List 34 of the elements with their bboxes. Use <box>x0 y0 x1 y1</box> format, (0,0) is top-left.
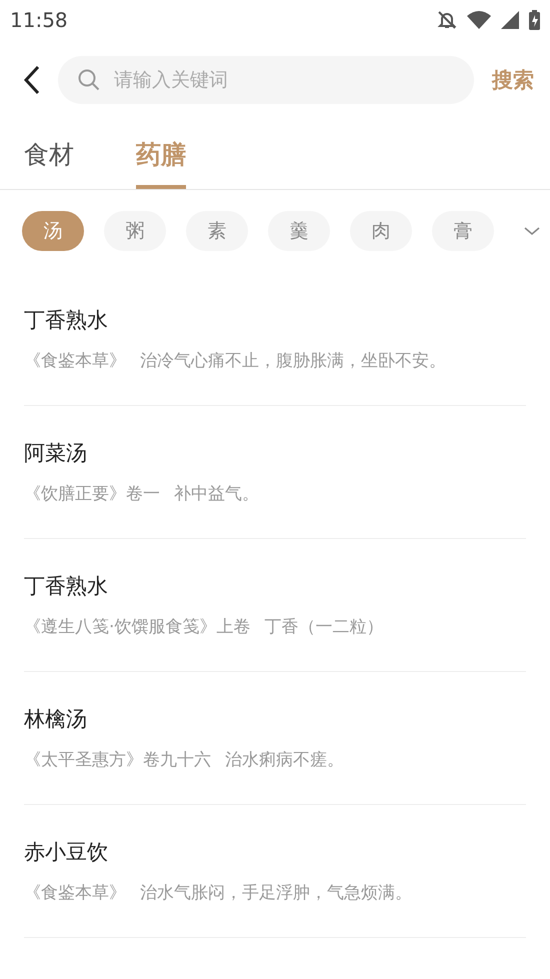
signal-icon <box>501 11 519 29</box>
expand-button[interactable] <box>524 226 540 236</box>
search-button[interactable]: 搜索 <box>486 66 534 94</box>
recipe-title[interactable]: 丁香熟水 <box>24 572 526 600</box>
bell-off-icon <box>437 10 457 30</box>
filter-chip[interactable]: 素 <box>186 211 248 251</box>
filter-chip[interactable]: 粥 <box>104 211 166 251</box>
chevron-left-icon <box>23 65 41 95</box>
recipe-title[interactable]: 丁香熟水 <box>24 306 526 334</box>
category-tab[interactable]: 药膳 <box>136 134 186 189</box>
search-field[interactable]: 请输入关键词 <box>58 56 474 104</box>
battery-icon <box>529 10 540 30</box>
recipe-description: 丁香（一二粒） <box>264 616 384 639</box>
recipe-description: 补中益气。 <box>174 483 259 506</box>
filter-chip[interactable]: 肉 <box>350 211 412 251</box>
filter-chip[interactable]: 汤 <box>22 211 84 251</box>
recipe-description: 治冷气心痛不止，腹胁胀满，坐卧不安。 <box>140 350 446 373</box>
filter-chip[interactable]: 羹 <box>268 211 330 251</box>
recipe-description: 治水痢病不瘥。 <box>225 749 344 772</box>
wifi-icon <box>467 11 491 29</box>
recipe-title[interactable]: 林檎汤 <box>24 705 526 733</box>
filter-chip[interactable]: 膏 <box>432 211 494 251</box>
recipe-source: 《食鉴本草》 <box>24 350 126 373</box>
recipe-title[interactable]: 赤小豆饮 <box>24 838 526 866</box>
category-tab[interactable]: 食材 <box>24 134 74 189</box>
recipe-source: 《饮膳正要》卷一 <box>24 483 160 506</box>
recipe-source: 《太平圣惠方》卷九十六 <box>24 749 211 772</box>
recipe-title[interactable]: 阿菜汤 <box>24 439 526 467</box>
recipe-source: 《遵生八笺·饮馔服食笺》上卷 <box>24 616 250 639</box>
chevron-down-icon <box>524 226 540 236</box>
status-time: 11:58 <box>10 8 68 32</box>
search-icon <box>78 69 100 91</box>
recipe-source: 《食鉴本草》 <box>24 882 126 905</box>
recipe-description: 治水气胀闷，手足浮肿，气急烦满。 <box>140 882 412 905</box>
